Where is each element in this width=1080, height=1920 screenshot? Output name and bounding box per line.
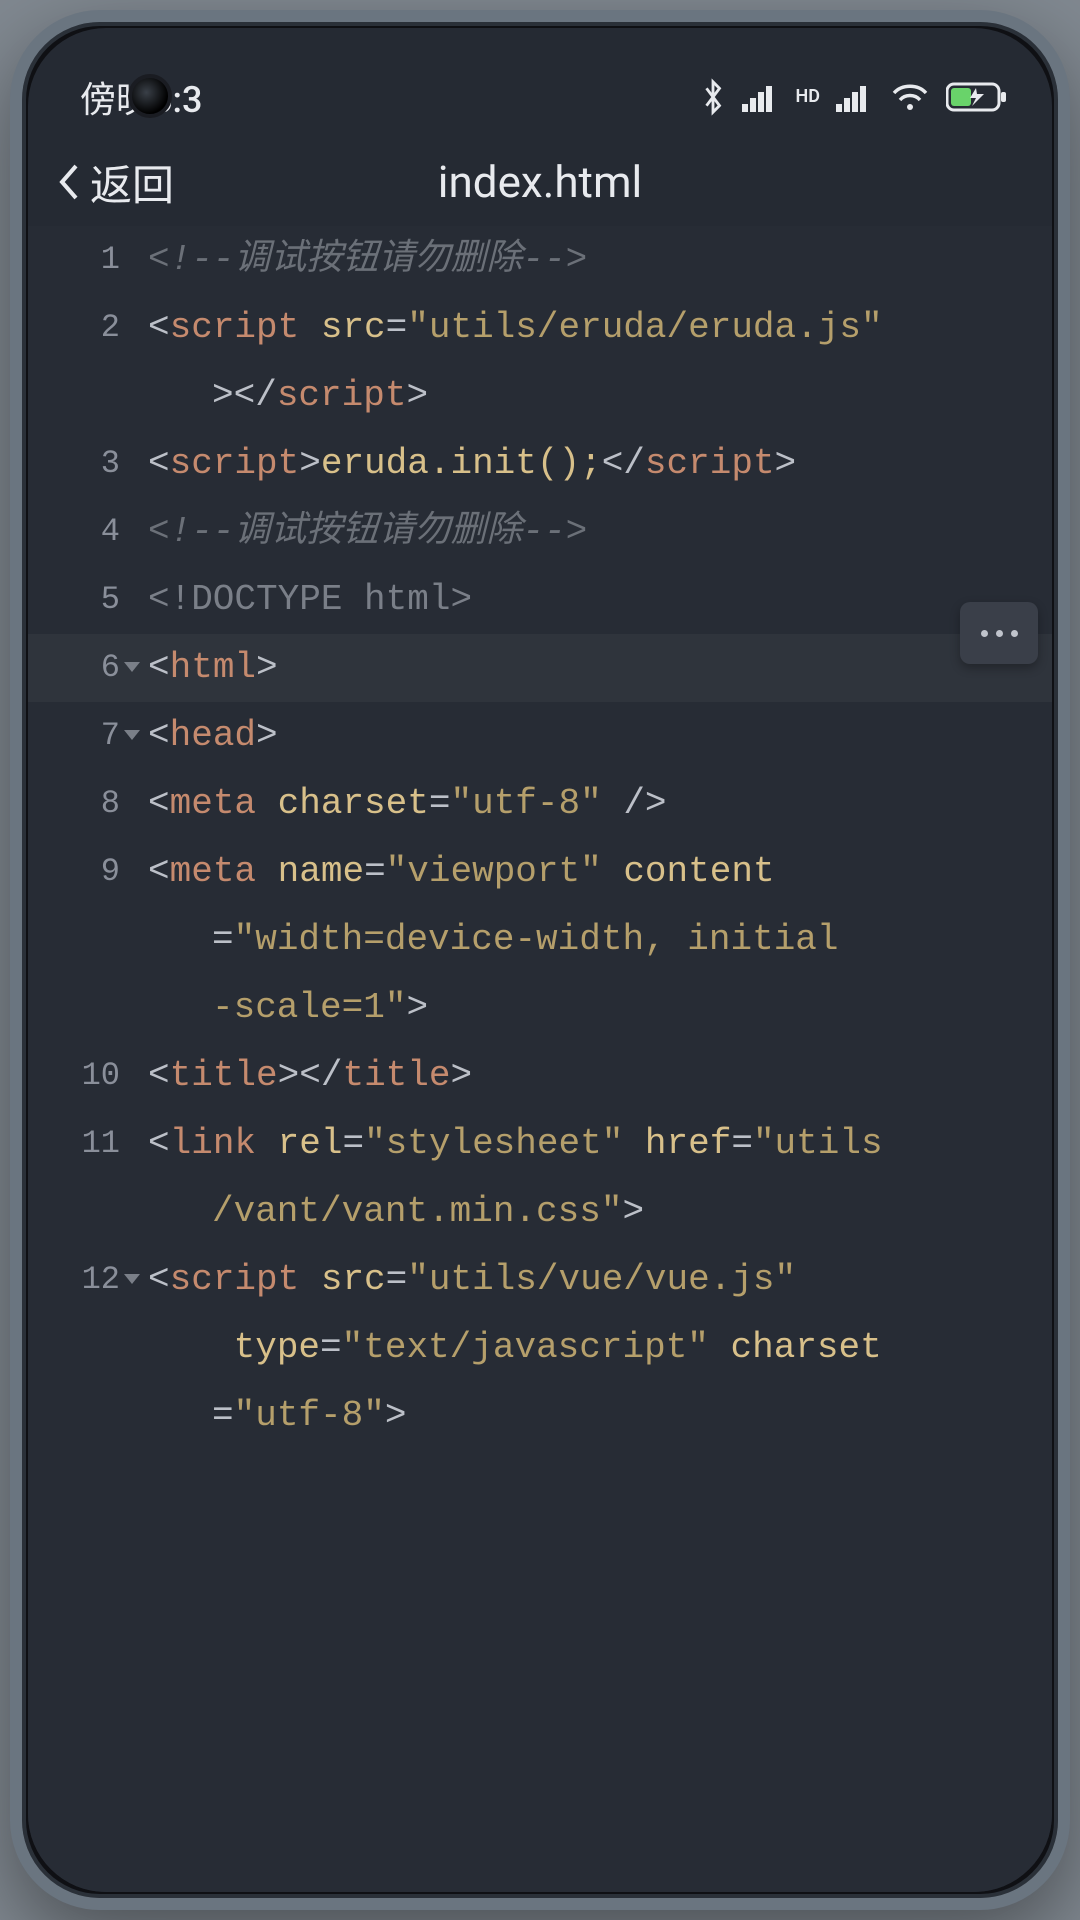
- line-number: 12: [28, 1246, 138, 1314]
- line-number: 5: [28, 566, 138, 634]
- phone-frame: 傍晚6:3 HD: [10, 10, 1070, 1910]
- code-content[interactable]: <meta charset="utf-8" />: [138, 770, 1052, 838]
- line-number: 10: [28, 1042, 138, 1110]
- code-line[interactable]: 1<!--调试按钮请勿删除-->: [28, 226, 1052, 294]
- code-line[interactable]: 5<!DOCTYPE html>: [28, 566, 1052, 634]
- code-line[interactable]: 7<head>: [28, 702, 1052, 770]
- code-line[interactable]: 2<script src="utils/eruda/eruda.js"></sc…: [28, 294, 1052, 430]
- app-header: 返回 index.html: [28, 138, 1052, 226]
- battery-charging-icon: [946, 81, 1008, 113]
- code-content[interactable]: <!DOCTYPE html>: [138, 566, 1052, 634]
- line-number: 2: [28, 294, 138, 362]
- wifi-icon: [890, 81, 930, 113]
- code-line[interactable]: 4<!--调试按钮请勿删除-->: [28, 498, 1052, 566]
- status-bar: 傍晚6:3 HD: [28, 28, 1052, 138]
- code-line[interactable]: 12<script src="utils/vue/vue.js" type="t…: [28, 1246, 1052, 1450]
- line-number: 8: [28, 770, 138, 838]
- code-line[interactable]: 8<meta charset="utf-8" />: [28, 770, 1052, 838]
- file-title: index.html: [56, 156, 1024, 208]
- code-content[interactable]: <html>: [138, 634, 1052, 702]
- bluetooth-icon: [700, 77, 726, 117]
- line-number: 3: [28, 430, 138, 498]
- front-camera: [128, 74, 172, 118]
- hd-badge-icon: HD: [796, 88, 820, 106]
- screen: 傍晚6:3 HD: [28, 28, 1052, 1892]
- code-editor[interactable]: 1<!--调试按钮请勿删除-->2<script src="utils/erud…: [28, 226, 1052, 1892]
- code-content[interactable]: <title></title>: [138, 1042, 1052, 1110]
- fold-marker-icon[interactable]: [124, 1274, 140, 1284]
- code-content[interactable]: <meta name="viewport" content="width=dev…: [138, 838, 1052, 1042]
- fold-marker-icon[interactable]: [124, 662, 140, 672]
- code-content[interactable]: <head>: [138, 702, 1052, 770]
- signal-1-icon: [742, 82, 780, 112]
- code-content[interactable]: <script src="utils/eruda/eruda.js"></scr…: [138, 294, 1052, 430]
- code-line[interactable]: 11<link rel="stylesheet" href="utils/van…: [28, 1110, 1052, 1246]
- line-number: 4: [28, 498, 138, 566]
- line-number: 1: [28, 226, 138, 294]
- line-number: 11: [28, 1110, 138, 1178]
- code-content[interactable]: <script src="utils/vue/vue.js" type="tex…: [138, 1246, 1052, 1450]
- fold-marker-icon[interactable]: [124, 730, 140, 740]
- code-content[interactable]: <script>eruda.init();</script>: [138, 430, 1052, 498]
- code-line[interactable]: 9<meta name="viewport" content="width=de…: [28, 838, 1052, 1042]
- code-content[interactable]: <link rel="stylesheet" href="utils/vant/…: [138, 1110, 1052, 1246]
- more-actions-button[interactable]: [960, 602, 1038, 664]
- code-line[interactable]: 3<script>eruda.init();</script>: [28, 430, 1052, 498]
- line-number: 6: [28, 634, 138, 702]
- line-number: 9: [28, 838, 138, 906]
- code-line[interactable]: 10<title></title>: [28, 1042, 1052, 1110]
- line-number: 7: [28, 702, 138, 770]
- code-content[interactable]: <!--调试按钮请勿删除-->: [138, 226, 1052, 294]
- code-line[interactable]: 6<html>: [28, 634, 1052, 702]
- code-content[interactable]: <!--调试按钮请勿删除-->: [138, 498, 1052, 566]
- signal-2-icon: [836, 82, 874, 112]
